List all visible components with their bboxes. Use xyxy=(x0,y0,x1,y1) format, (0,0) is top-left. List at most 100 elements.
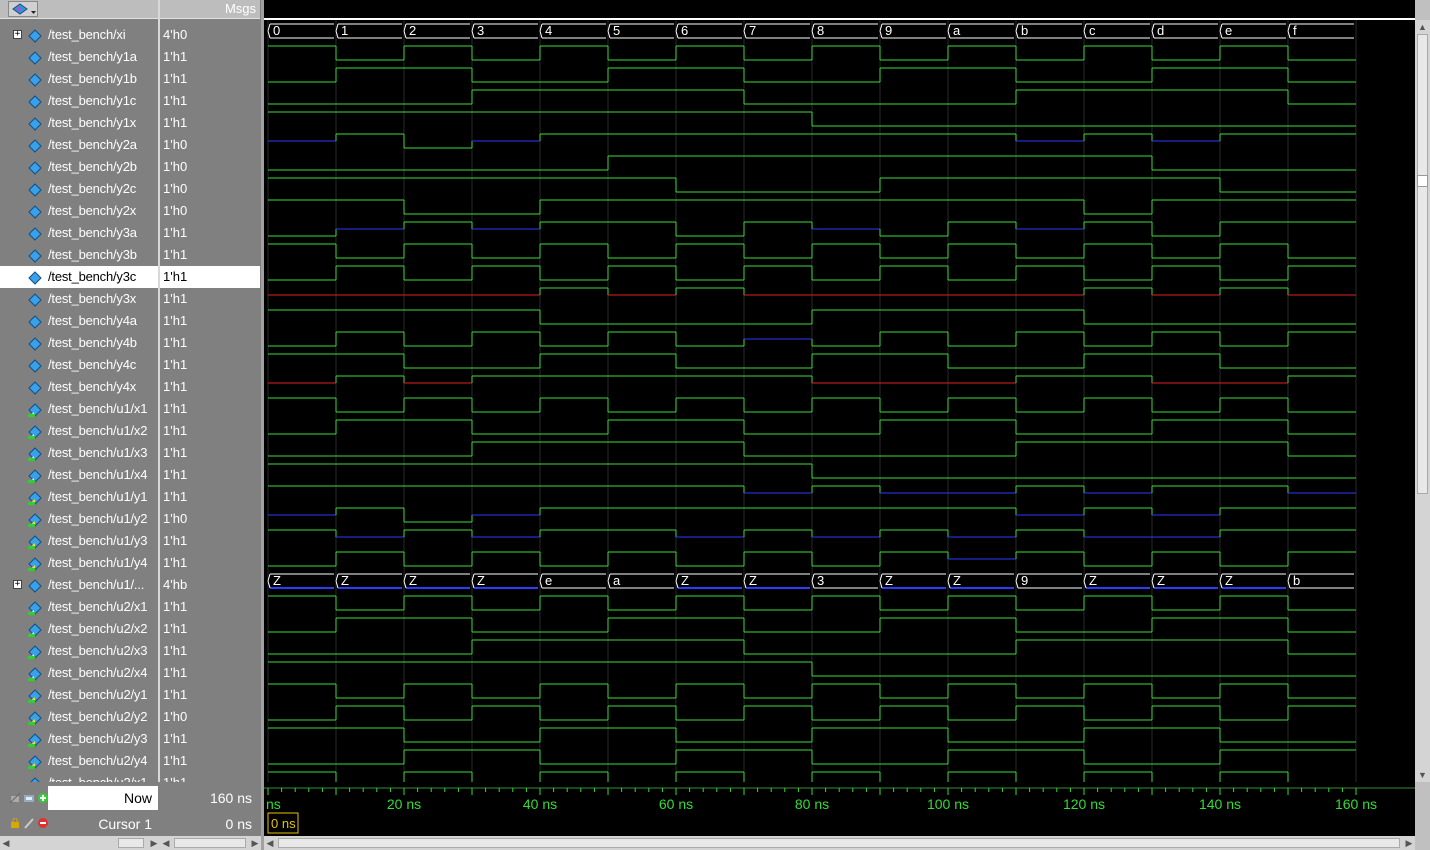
signal-row[interactable]: /test_bench/u1/x1 xyxy=(0,398,160,420)
signal-row[interactable]: /test_bench/y4a xyxy=(0,310,160,332)
vertical-scrollbar[interactable]: ▲ ▼ xyxy=(1415,20,1430,782)
signal-row[interactable]: /test_bench/u2/x1 xyxy=(0,596,160,618)
signal-name: /test_bench/u2/x2 xyxy=(48,621,148,636)
signal-row[interactable]: + /test_bench/u1/... xyxy=(0,574,160,596)
signal-row[interactable]: /test_bench/y4x xyxy=(0,376,160,398)
signal-name: /test_bench/y3c xyxy=(48,269,137,284)
zoom-icon[interactable] xyxy=(10,793,21,804)
scroll-right-arrow-icon[interactable]: ▶ xyxy=(1403,836,1415,850)
bus-value: 5 xyxy=(613,23,620,38)
signal-row[interactable]: /test_bench/u2/y1 xyxy=(0,684,160,706)
signal-row[interactable]: /test_bench/y1x xyxy=(0,112,160,134)
input-port-icon xyxy=(28,226,42,241)
signal-row[interactable]: /test_bench/y3c xyxy=(0,266,160,288)
signal-value: 1'h1 xyxy=(163,225,188,240)
bus-value: Z xyxy=(341,573,349,588)
signal-value: 1'h0 xyxy=(163,159,188,174)
bus-value: Z xyxy=(273,573,281,588)
lock-icon[interactable] xyxy=(10,818,21,829)
scroll-left-arrow-icon[interactable]: ◀ xyxy=(0,836,12,850)
names-header xyxy=(0,0,158,19)
values-scroll-thumb[interactable] xyxy=(174,838,246,848)
corner xyxy=(1415,782,1430,850)
signal-row[interactable]: /test_bench/u2/x3 xyxy=(0,640,160,662)
signal-name: /test_bench/y1b xyxy=(48,71,137,86)
bus-value: 3 xyxy=(477,23,484,38)
input-port-icon xyxy=(28,314,42,329)
signal-row[interactable]: /test_bench/u1/y4 xyxy=(0,552,160,574)
edit-cursor-icon[interactable] xyxy=(24,818,35,829)
bus-value: Z xyxy=(681,573,689,588)
signal-row[interactable]: /test_bench/u1/y1 xyxy=(0,486,160,508)
signal-row[interactable]: /test_bench/u2/x4 xyxy=(0,662,160,684)
scroll-down-arrow-icon[interactable]: ▼ xyxy=(1415,768,1430,782)
signal-row[interactable]: /test_bench/y2x xyxy=(0,200,160,222)
wave-scroll-thumb[interactable] xyxy=(278,838,1400,848)
signal-value: 1'h0 xyxy=(163,709,188,724)
display-icon[interactable] xyxy=(24,793,35,804)
output-port-icon xyxy=(28,688,42,703)
signal-row[interactable]: /test_bench/u1/x3 xyxy=(0,442,160,464)
scroll-marker xyxy=(1417,175,1428,187)
toolbar-dropdown-button[interactable] xyxy=(8,1,38,17)
signal-row[interactable]: /test_bench/y1b xyxy=(0,68,160,90)
bus-value: 0 xyxy=(273,23,280,38)
signal-row[interactable]: /test_bench/y3a xyxy=(0,222,160,244)
signal-row[interactable]: /test_bench/u2/x1 xyxy=(0,772,160,782)
signal-value: 1'h1 xyxy=(163,379,188,394)
expand-icon[interactable]: + xyxy=(13,30,22,39)
ruler-label: 60 ns xyxy=(659,796,693,812)
names-scroll-thumb[interactable] xyxy=(118,838,144,848)
signal-name: /test_bench/u2/y3 xyxy=(48,731,148,746)
signal-name: /test_bench/y2x xyxy=(48,203,137,218)
ruler-label: 40 ns xyxy=(523,796,557,812)
time-ruler[interactable]: ns 20 ns 40 ns 60 ns 80 ns 100 ns 120 ns 140 ns… xyxy=(264,782,1415,836)
values-horizontal-scrollbar[interactable]: ◀ ▶ xyxy=(160,836,261,850)
signal-value: 4'h0 xyxy=(163,27,188,42)
internal-port-icon xyxy=(28,424,42,439)
scroll-up-arrow-icon[interactable]: ▲ xyxy=(1415,20,1430,34)
signal-row[interactable]: /test_bench/y2c xyxy=(0,178,160,200)
signal-row[interactable]: /test_bench/y4b xyxy=(0,332,160,354)
signal-row[interactable]: /test_bench/y1c xyxy=(0,90,160,112)
signal-name: /test_bench/u2/y1 xyxy=(48,687,148,702)
scroll-right-arrow-icon[interactable]: ▶ xyxy=(148,836,160,850)
signal-name: /test_bench/u1/x2 xyxy=(48,423,148,438)
scroll-left-arrow-icon[interactable]: ◀ xyxy=(264,836,276,850)
signal-row[interactable]: /test_bench/u1/x4 xyxy=(0,464,160,486)
signal-name: /test_bench/u1/y2 xyxy=(48,511,148,526)
signal-row[interactable]: /test_bench/u2/y3 xyxy=(0,728,160,750)
signal-value: 1'h1 xyxy=(163,335,188,350)
signal-row[interactable]: /test_bench/y2b xyxy=(0,156,160,178)
signal-row[interactable]: /test_bench/y3x xyxy=(0,288,160,310)
signal-row[interactable]: /test_bench/u1/y3 xyxy=(0,530,160,552)
signal-row[interactable]: /test_bench/u2/x2 xyxy=(0,618,160,640)
input-port-icon xyxy=(28,116,42,131)
signal-row[interactable]: + /test_bench/xi xyxy=(0,24,160,46)
cursor-value: 0 ns xyxy=(225,816,252,832)
expand-icon[interactable]: + xyxy=(13,580,22,589)
signal-row[interactable]: /test_bench/u1/x2 xyxy=(0,420,160,442)
signal-value: 1'h1 xyxy=(163,445,188,460)
scroll-right-arrow-icon[interactable]: ▶ xyxy=(249,836,261,850)
waveform-area[interactable]: 0 1 2 3 4 5 6 7 8 9 a b c d e f Z Z Z Ze a Z Z 3 Z Z 9 Z Z Zb xyxy=(264,20,1415,782)
signal-name: /test_bench/y3b xyxy=(48,247,137,262)
cursor-label[interactable]: Cursor 1 xyxy=(48,812,158,836)
signal-row[interactable]: /test_bench/y3b xyxy=(0,244,160,266)
wave-horizontal-scrollbar[interactable]: ◀ ▶ xyxy=(264,836,1415,850)
signal-row[interactable]: /test_bench/u2/y2 xyxy=(0,706,160,728)
now-label: Now xyxy=(48,786,158,810)
scroll-left-arrow-icon[interactable]: ◀ xyxy=(160,836,172,850)
signal-row[interactable]: /test_bench/y2a xyxy=(0,134,160,156)
input-port-icon xyxy=(28,336,42,351)
vertical-scroll-thumb[interactable] xyxy=(1417,34,1428,494)
bus-value: Z xyxy=(885,573,893,588)
names-horizontal-scrollbar[interactable]: ◀ ▶ xyxy=(0,836,160,850)
waveform-canvas[interactable]: 0 1 2 3 4 5 6 7 8 9 a b c d e f Z Z Z Ze a Z Z 3 Z Z 9 Z Z Zb xyxy=(264,20,1415,782)
signal-row[interactable]: /test_bench/u2/y4 xyxy=(0,750,160,772)
input-port-icon xyxy=(28,204,42,219)
bus-value: 6 xyxy=(681,23,688,38)
signal-row[interactable]: /test_bench/u1/y2 xyxy=(0,508,160,530)
signal-row[interactable]: /test_bench/y1a xyxy=(0,46,160,68)
signal-row[interactable]: /test_bench/y4c xyxy=(0,354,160,376)
